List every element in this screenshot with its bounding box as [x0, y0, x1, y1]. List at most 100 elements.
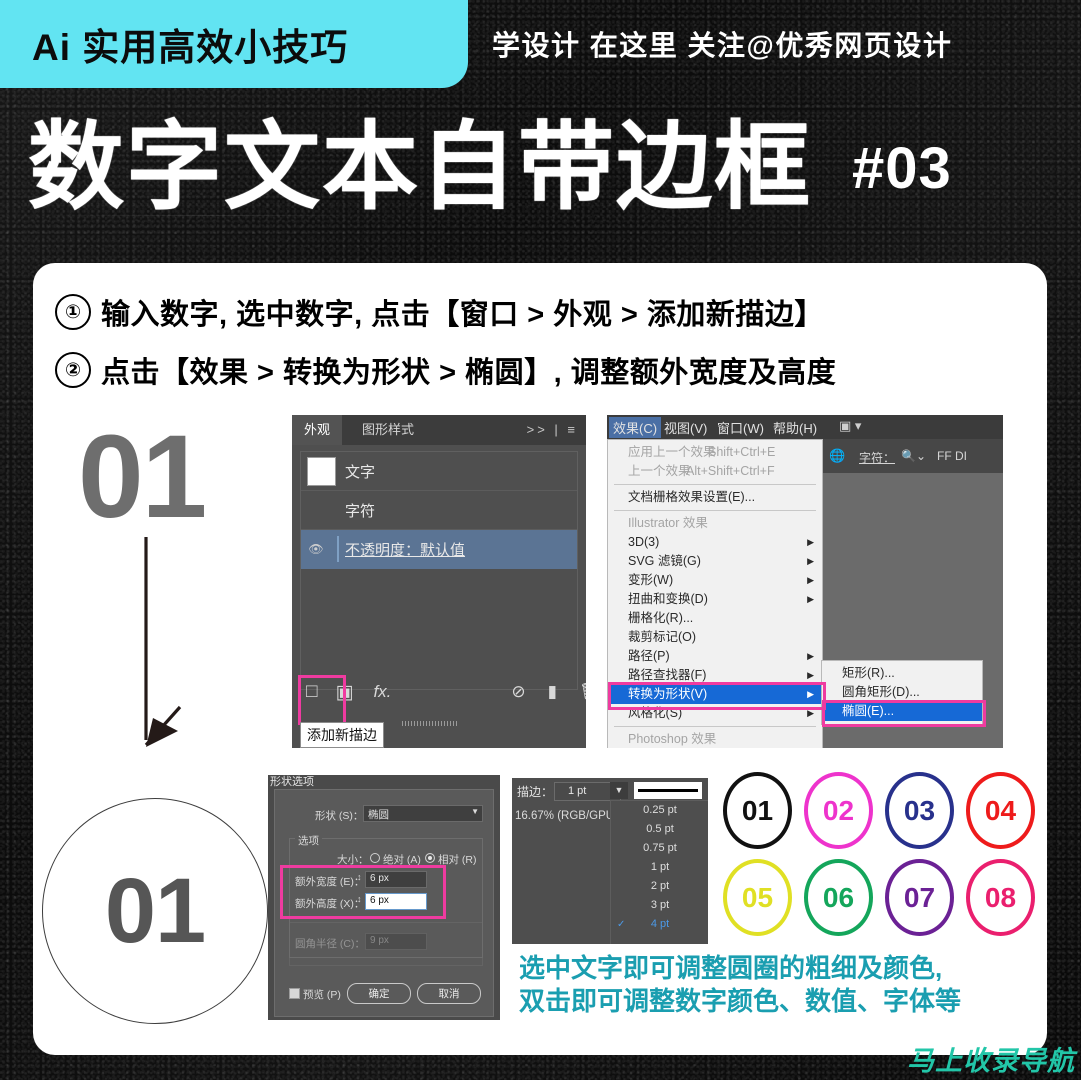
eye-icon[interactable]: 👁	[301, 542, 331, 556]
stroke-option[interactable]: 2 pt	[611, 877, 708, 896]
menu-item-last-effect[interactable]: 上一个效果 Alt+Shift+Ctrl+F	[608, 462, 822, 481]
caption: 选中文字即可调整圆圈的粗细及颜色, 双击即可调整数字颜色、数值、字体等	[519, 952, 961, 1019]
swatch-04: 04	[966, 772, 1035, 849]
menu-item-raster-effect-settings[interactable]: 文档栅格效果设置(E)...	[608, 488, 822, 507]
stroke-option[interactable]: 0.5 pt	[611, 820, 708, 839]
chevron-down-icon[interactable]: ▼	[471, 807, 479, 816]
appearance-row-opacity[interactable]: 👁 不透明度：默认值	[301, 530, 577, 569]
swatch-row: 05 06 07 08	[723, 859, 1035, 936]
watermark: 马上收录导航	[907, 1040, 1075, 1076]
workspace-switcher-icon[interactable]: ▣ ▾	[839, 418, 861, 434]
menu-window[interactable]: 窗口(W)	[717, 418, 764, 437]
shape-label: 形状 (S)：	[315, 810, 364, 822]
page-title-number: #03	[852, 135, 952, 201]
stroke-option[interactable]: 3 pt	[611, 896, 708, 915]
character-label[interactable]: 字符：	[859, 449, 895, 466]
swatch-06: 06	[804, 859, 873, 936]
appearance-row-label: 文字	[345, 463, 376, 481]
appearance-row-label: 不透明度：默认值	[345, 541, 466, 559]
cancel-button[interactable]: 取消	[417, 983, 481, 1004]
step-text: 点击【效果 > 转换为形状 > 椭圆】, 调整额外宽度及高度	[101, 357, 837, 389]
header-tag: Ai 实用高效小技巧	[0, 0, 468, 88]
circled-number-01-label: 01	[104, 859, 206, 962]
down-arrow-icon	[144, 537, 182, 747]
menu-item-warp[interactable]: 变形(W) ▶	[608, 571, 822, 590]
menu-item-3d[interactable]: 3D(3) ▶	[608, 533, 822, 552]
menu-view[interactable]: 视图(V)	[664, 418, 707, 437]
add-new-stroke-highlight	[298, 675, 346, 725]
stroke-weight-screenshot: 描边： 1 pt ▼ 16.67% (RGB/GPU 0.25 pt 0.5 p…	[512, 778, 708, 944]
size-relative-radio[interactable]	[425, 853, 435, 863]
menu-effect[interactable]: 效果(C)	[609, 417, 662, 438]
stroke-preview	[634, 782, 702, 799]
menu-item-apply-last-effect[interactable]: 应用上一个效果 Shift+Ctrl+E	[608, 443, 822, 462]
menu-item-path[interactable]: 路径(P) ▶	[608, 647, 822, 666]
ellipse-highlight	[822, 700, 986, 727]
swatch-05: 05	[723, 859, 792, 936]
fx-icon[interactable]: fx.	[373, 682, 391, 702]
appearance-rows: 文字 字符 👁 不透明度：默认值	[300, 451, 578, 690]
menu-item-distort-transform[interactable]: 扭曲和变换(D) ▶	[608, 590, 822, 609]
ok-button[interactable]: 确定	[347, 983, 411, 1004]
header-tag-label: Ai 实用高效小技巧	[32, 27, 349, 68]
appearance-row-character[interactable]: 字符	[301, 491, 577, 530]
stroke-option[interactable]: 0.75 pt	[611, 839, 708, 858]
stroke-option[interactable]: 1 pt	[611, 858, 708, 877]
shape-select-value: 椭圆	[368, 809, 389, 821]
corner-radius-label: 圆角半径 (C)：	[295, 938, 365, 950]
preview-label: 预览 (P)	[303, 989, 341, 1001]
menu-item-svg-filters[interactable]: SVG 滤镜(G) ▶	[608, 552, 822, 571]
poster-canvas: Ai 实用高效小技巧 学设计 在这里 关注@优秀网页设计 数字文本自带边框 #0…	[0, 0, 1081, 1080]
step-item: ① 输入数字, 选中数字, 点击【窗口 > 外观 > 添加新描边】	[55, 283, 1025, 341]
appearance-row-label: 字符	[345, 502, 376, 520]
step-item: ② 点击【效果 > 转换为形状 > 椭圆】, 调整额外宽度及高度	[55, 341, 1025, 399]
convert-to-shape-highlight	[608, 682, 826, 710]
duplicate-item-icon[interactable]: ▮	[548, 682, 557, 702]
circled-number-01: 01	[42, 798, 268, 1024]
options-group-label: 选项	[295, 833, 322, 848]
menu-item-rasterize[interactable]: 栅格化(R)...	[608, 609, 822, 628]
delete-item-icon[interactable]: 🗑	[579, 682, 586, 702]
search-icon[interactable]: 🔍⌄	[901, 449, 926, 463]
stroke-label: 描边：	[517, 785, 554, 799]
menu-help[interactable]: 帮助(H)	[773, 418, 817, 437]
appearance-row-text[interactable]: 文字	[301, 452, 577, 491]
tab-graphic-styles[interactable]: 图形样式	[350, 415, 426, 445]
stroke-option[interactable]: 0.25 pt	[611, 801, 708, 820]
extra-size-highlight	[280, 865, 446, 919]
shape-select[interactable]: 椭圆 ▼	[363, 805, 483, 822]
menu-item-crop-marks[interactable]: 裁剪标记(O)	[608, 628, 822, 647]
submenu-item-rectangle[interactable]: 矩形(R)...	[822, 664, 982, 683]
effects-menu-screenshot: 效果(C) 视图(V) 窗口(W) 帮助(H) ▣ ▾ 🌐 字符： 🔍⌄ FF …	[607, 415, 1003, 748]
swatch-row: 01 02 03 04	[723, 772, 1035, 849]
dialog-title: 形状选项	[270, 776, 314, 788]
menu-divider	[614, 510, 816, 511]
tab-appearance[interactable]: 外观	[292, 415, 343, 445]
numbered-circle-swatches: 01 02 03 04 05 06 07 08	[723, 772, 1035, 936]
caption-line-1: 选中文字即可调整圆圈的粗细及颜色,	[519, 953, 943, 983]
swatch-02: 02	[804, 772, 873, 849]
steps-list: ① 输入数字, 选中数字, 点击【窗口 > 外观 > 添加新描边】 ② 点击【效…	[55, 283, 1025, 399]
size-absolute-radio[interactable]	[370, 853, 380, 863]
font-value[interactable]: FF DI	[937, 449, 967, 463]
check-icon: ✓	[617, 919, 626, 930]
stroke-option-selected[interactable]: ✓ 4 pt	[611, 915, 708, 934]
preview-checkbox[interactable]	[289, 988, 300, 999]
chevron-down-icon[interactable]: ▼	[610, 782, 628, 799]
zoom-status: 16.67% (RGB/GPU	[515, 810, 615, 822]
panel-scrollbar[interactable]	[402, 721, 457, 726]
control-toolbar: 🌐 字符： 🔍⌄ FF DI	[819, 439, 1003, 473]
fill-swatch-icon[interactable]	[307, 457, 336, 486]
panel-menu-icon[interactable]: >> | ≡	[527, 415, 578, 445]
globe-icon[interactable]: 🌐	[829, 448, 845, 464]
stroke-weight-dropdown-list: 0.25 pt 0.5 pt 0.75 pt 1 pt 2 pt 3 pt ✓ …	[610, 800, 708, 944]
header: Ai 实用高效小技巧 学设计 在这里 关注@优秀网页设计	[0, 0, 1081, 90]
step-badge: ①	[55, 294, 91, 330]
appearance-panel-tabbar: 外观 图形样式 >> | ≡	[292, 415, 586, 445]
corner-radius-value: 9 px	[370, 935, 389, 946]
swatch-07: 07	[885, 859, 954, 936]
clear-appearance-icon[interactable]: ⊘	[511, 682, 525, 702]
header-subtitle-label: 学设计 在这里 关注@优秀网页设计	[492, 30, 953, 61]
watermark-text: 马上收录导航	[907, 1045, 1075, 1076]
swatch-08: 08	[966, 859, 1035, 936]
